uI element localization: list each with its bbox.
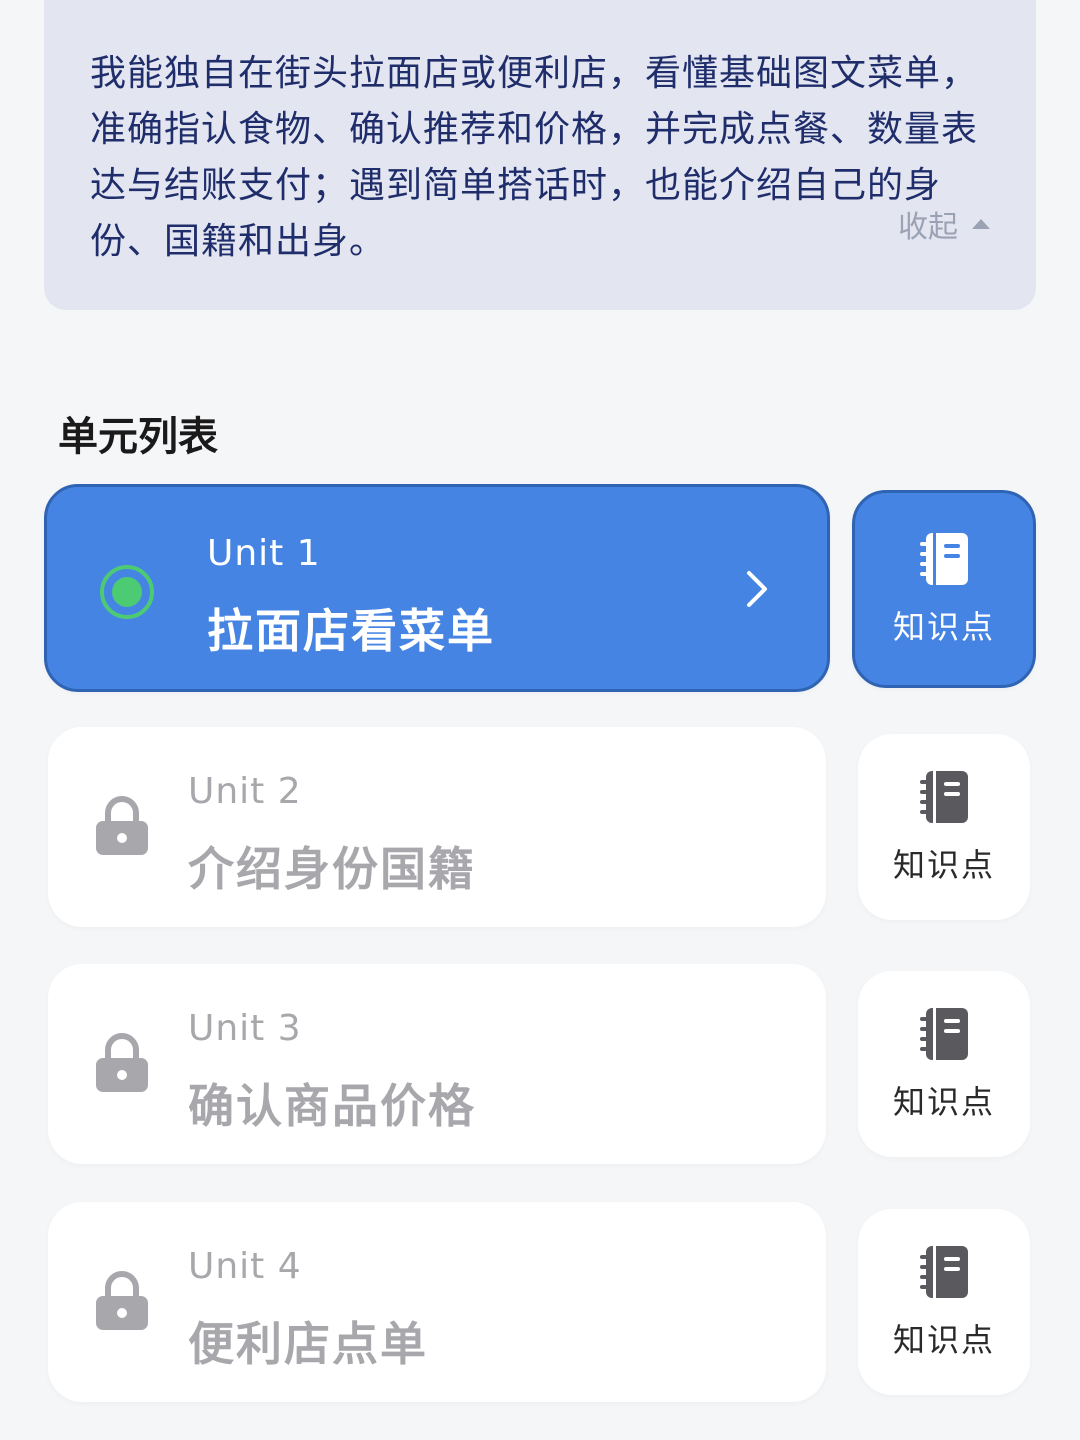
knowledge-points-button-2[interactable]: 知识点	[858, 734, 1030, 920]
knowledge-points-label: 知识点	[892, 608, 995, 646]
notebook-icon	[920, 1246, 968, 1298]
unit-code: Unit 3	[188, 1008, 302, 1049]
caret-up-icon	[972, 219, 990, 229]
notebook-icon	[920, 533, 968, 585]
unit-code: Unit 1	[207, 533, 321, 574]
knowledge-points-label: 知识点	[892, 1321, 995, 1359]
unit-title: 介绍身份国籍	[188, 842, 476, 896]
knowledge-points-button-4[interactable]: 知识点	[858, 1209, 1030, 1395]
collapse-toggle[interactable]: 收起	[898, 202, 990, 246]
unit-code: Unit 4	[188, 1246, 302, 1287]
chevron-right-icon	[747, 571, 767, 607]
knowledge-points-label: 知识点	[892, 846, 995, 884]
unit-code: Unit 2	[188, 771, 302, 812]
lock-icon	[96, 1033, 148, 1092]
collapse-label: 收起	[898, 210, 958, 245]
current-unit-icon	[100, 565, 154, 619]
section-title: 单元列表	[58, 414, 218, 460]
unit-card-4[interactable]: Unit 4 便利店点单	[48, 1202, 826, 1402]
knowledge-points-button-3[interactable]: 知识点	[858, 971, 1030, 1157]
knowledge-points-label: 知识点	[892, 1083, 995, 1121]
unit-card-1[interactable]: Unit 1 拉面店看菜单	[44, 484, 830, 692]
knowledge-points-button-1[interactable]: 知识点	[852, 490, 1036, 688]
notebook-icon	[920, 771, 968, 823]
unit-card-3[interactable]: Unit 3 确认商品价格	[48, 964, 826, 1164]
goal-description-text: 我能独自在街头拉面店或便利店，看懂基础图文菜单，准确指认食物、确认推荐和价格，并…	[90, 53, 979, 262]
unit-title: 便利店点单	[188, 1317, 428, 1371]
goal-description-card: 我能独自在街头拉面店或便利店，看懂基础图文菜单，准确指认食物、确认推荐和价格，并…	[44, 0, 1036, 310]
lock-icon	[96, 796, 148, 855]
unit-title: 确认商品价格	[188, 1079, 476, 1133]
unit-card-2[interactable]: Unit 2 介绍身份国籍	[48, 727, 826, 927]
notebook-icon	[920, 1008, 968, 1060]
lock-icon	[96, 1271, 148, 1330]
unit-title: 拉面店看菜单	[207, 604, 495, 658]
